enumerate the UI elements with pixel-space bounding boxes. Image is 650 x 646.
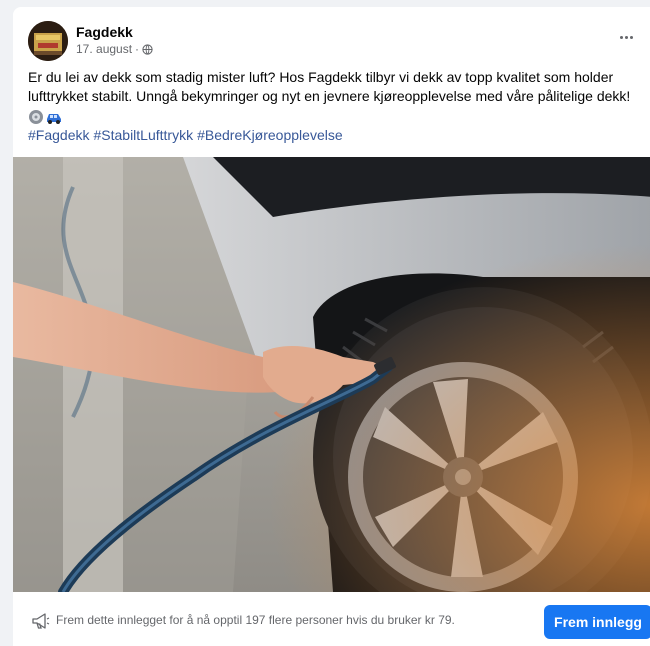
post-meta: 17. august · [76,42,153,56]
hashtag-stabilt-lufttrykk[interactable]: #StabiltLufttrykk [93,127,193,143]
car-emoji [47,114,61,124]
post-date[interactable]: 17. august [76,42,132,56]
date-separator: · [135,42,140,56]
hashtag-list: #Fagdekk #StabiltLufttrykk #BedreKjøreop… [28,127,343,143]
more-options-icon[interactable] [614,27,638,47]
megaphone-icon [32,613,50,629]
facebook-post: Fagdekk 17. august · Er du lei av dekk s… [13,7,650,646]
promote-post-button[interactable]: Frem innlegg [544,605,650,639]
tire-inflation-photo [13,157,650,592]
post-photo[interactable] [13,157,650,592]
hashtag-bedre-kjoreopplevelse[interactable]: #BedreKjøreopplevelse [197,127,343,143]
globe-icon[interactable] [142,43,153,55]
promotion-text: Frem dette innlegget for å nå opptil 197… [56,613,455,627]
post-header: Fagdekk 17. august · [28,21,638,61]
promotion-footer: Frem dette innlegget for å nå opptil 197… [13,592,650,646]
page-avatar[interactable] [28,21,68,61]
tire-emoji [29,110,43,124]
post-body-text: Er du lei av dekk som stadig mister luft… [28,69,631,104]
hashtag-fagdekk[interactable]: #Fagdekk [28,127,89,143]
avatar-image [28,21,68,61]
emoji-row [28,108,63,126]
author-name[interactable]: Fagdekk [76,24,133,40]
